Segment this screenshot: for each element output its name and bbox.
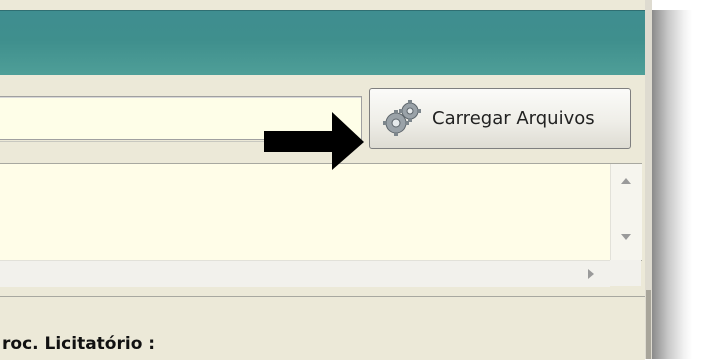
arrow-right-icon	[264, 112, 364, 170]
scroll-up-icon[interactable]	[621, 178, 631, 184]
load-files-button[interactable]: Carregar Arquivos	[369, 88, 631, 149]
application-window: Carregar Arquivos roc. Licitatório :	[0, 0, 652, 360]
window-shadow	[652, 10, 692, 359]
window-scrollbar-thumb[interactable]	[646, 290, 651, 359]
vertical-scrollbar[interactable]	[610, 164, 642, 260]
scroll-right-icon[interactable]	[588, 269, 594, 279]
gears-icon	[383, 99, 421, 136]
scroll-down-icon[interactable]	[621, 234, 631, 240]
window-title-bar	[0, 10, 645, 76]
scrollbar-corner	[610, 260, 641, 286]
horizontal-scrollbar[interactable]	[0, 260, 610, 287]
log-text-area[interactable]	[0, 163, 642, 261]
load-files-button-label: Carregar Arquivos	[432, 108, 595, 129]
proc-licitatorio-label: roc. Licitatório :	[2, 334, 156, 354]
